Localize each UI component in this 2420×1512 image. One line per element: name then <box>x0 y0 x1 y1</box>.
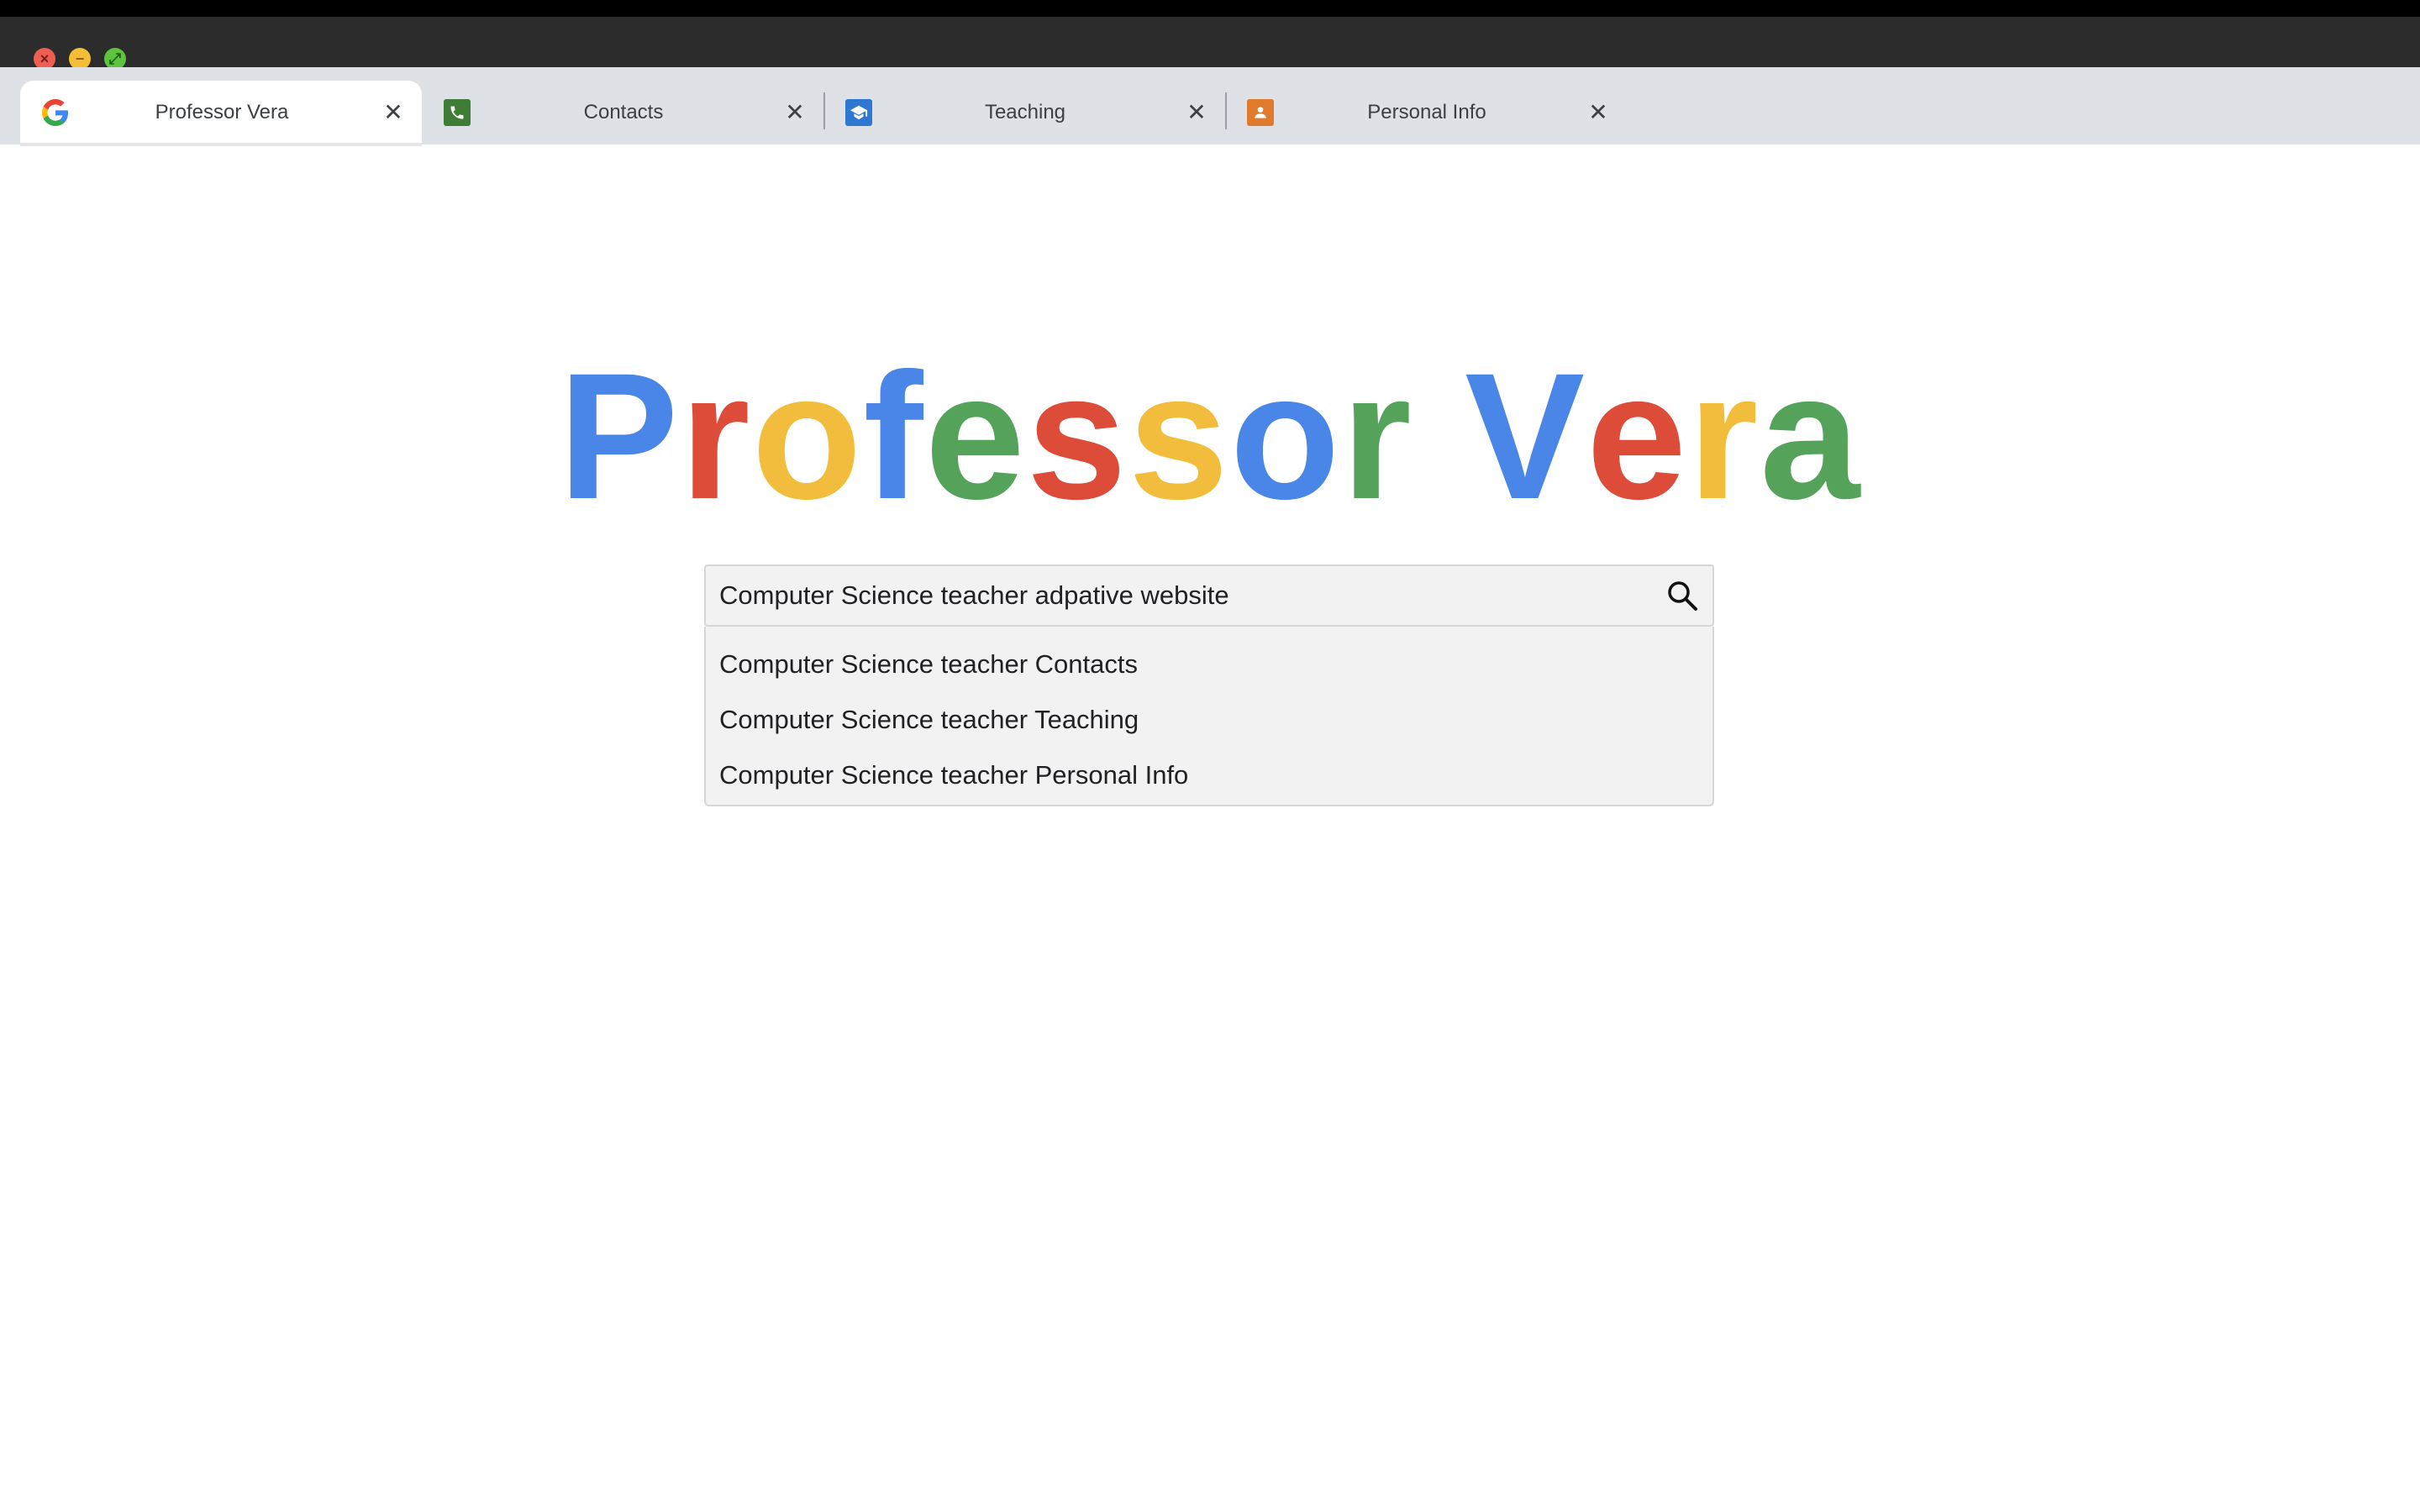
search-icon[interactable] <box>1665 579 1699 612</box>
search-input[interactable]: Computer Science teacher adpative websit… <box>719 566 1229 625</box>
tab-close-icon[interactable]: ✕ <box>380 99 407 126</box>
tab-bar: Professor Vera ✕ Contacts ✕ Teaching ✕ P… <box>0 67 2420 146</box>
logo-letter: s <box>1026 336 1128 537</box>
logo-letter: P <box>558 336 681 537</box>
tab-teaching[interactable]: Teaching ✕ <box>823 81 1225 144</box>
person-icon <box>1247 99 1274 126</box>
logo-letter: s <box>1128 336 1230 537</box>
graduation-cap-icon <box>845 99 872 126</box>
suggestion-personal-info[interactable]: Computer Science teacher Personal Info <box>706 748 1712 803</box>
logo-letter: r <box>1341 336 1413 537</box>
tab-close-icon[interactable]: ✕ <box>1183 99 1210 126</box>
suggestion-contacts[interactable]: Computer Science teacher Contacts <box>706 637 1712 692</box>
logo-letter: f <box>863 336 925 537</box>
tab-label: Personal Info <box>1367 101 1486 123</box>
logo-letter: V <box>1465 336 1586 537</box>
phone-icon <box>444 99 471 126</box>
tab-label: Teaching <box>984 101 1066 123</box>
tab-close-icon[interactable]: ✕ <box>1585 99 1612 126</box>
fullscreen-icon: ⤢ <box>108 50 122 67</box>
search-suggestions: Computer Science teacher Contacts Comput… <box>704 627 1714 806</box>
google-g-icon <box>42 99 69 126</box>
logo-letter: e <box>924 336 1027 537</box>
logo-letter: o <box>1229 336 1342 537</box>
close-icon: × <box>39 50 50 67</box>
window-titlebar: × − ⤢ <box>0 17 2420 70</box>
logo-letter <box>1413 336 1465 538</box>
logo-letter: e <box>1586 336 1689 537</box>
logo-letter: a <box>1760 336 1862 537</box>
logo-letter: r <box>1688 336 1760 537</box>
logo-letter: o <box>751 336 864 537</box>
tab-contacts[interactable]: Contacts ✕ <box>422 81 823 144</box>
site-logo: Professor Vera <box>0 336 2420 538</box>
tab-label: Professor Vera <box>155 101 289 123</box>
top-edge <box>0 0 2420 17</box>
tab-personal-info[interactable]: Personal Info ✕ <box>1225 81 1627 144</box>
minimize-icon: − <box>75 50 85 67</box>
tab-close-icon[interactable]: ✕ <box>781 99 808 126</box>
tab-professor-vera[interactable]: Professor Vera ✕ <box>20 81 422 146</box>
suggestion-teaching[interactable]: Computer Science teacher Teaching <box>706 692 1712 748</box>
logo-letter: r <box>680 336 752 537</box>
tab-label: Contacts <box>583 101 664 123</box>
search-box[interactable]: Computer Science teacher adpative websit… <box>704 564 1714 627</box>
